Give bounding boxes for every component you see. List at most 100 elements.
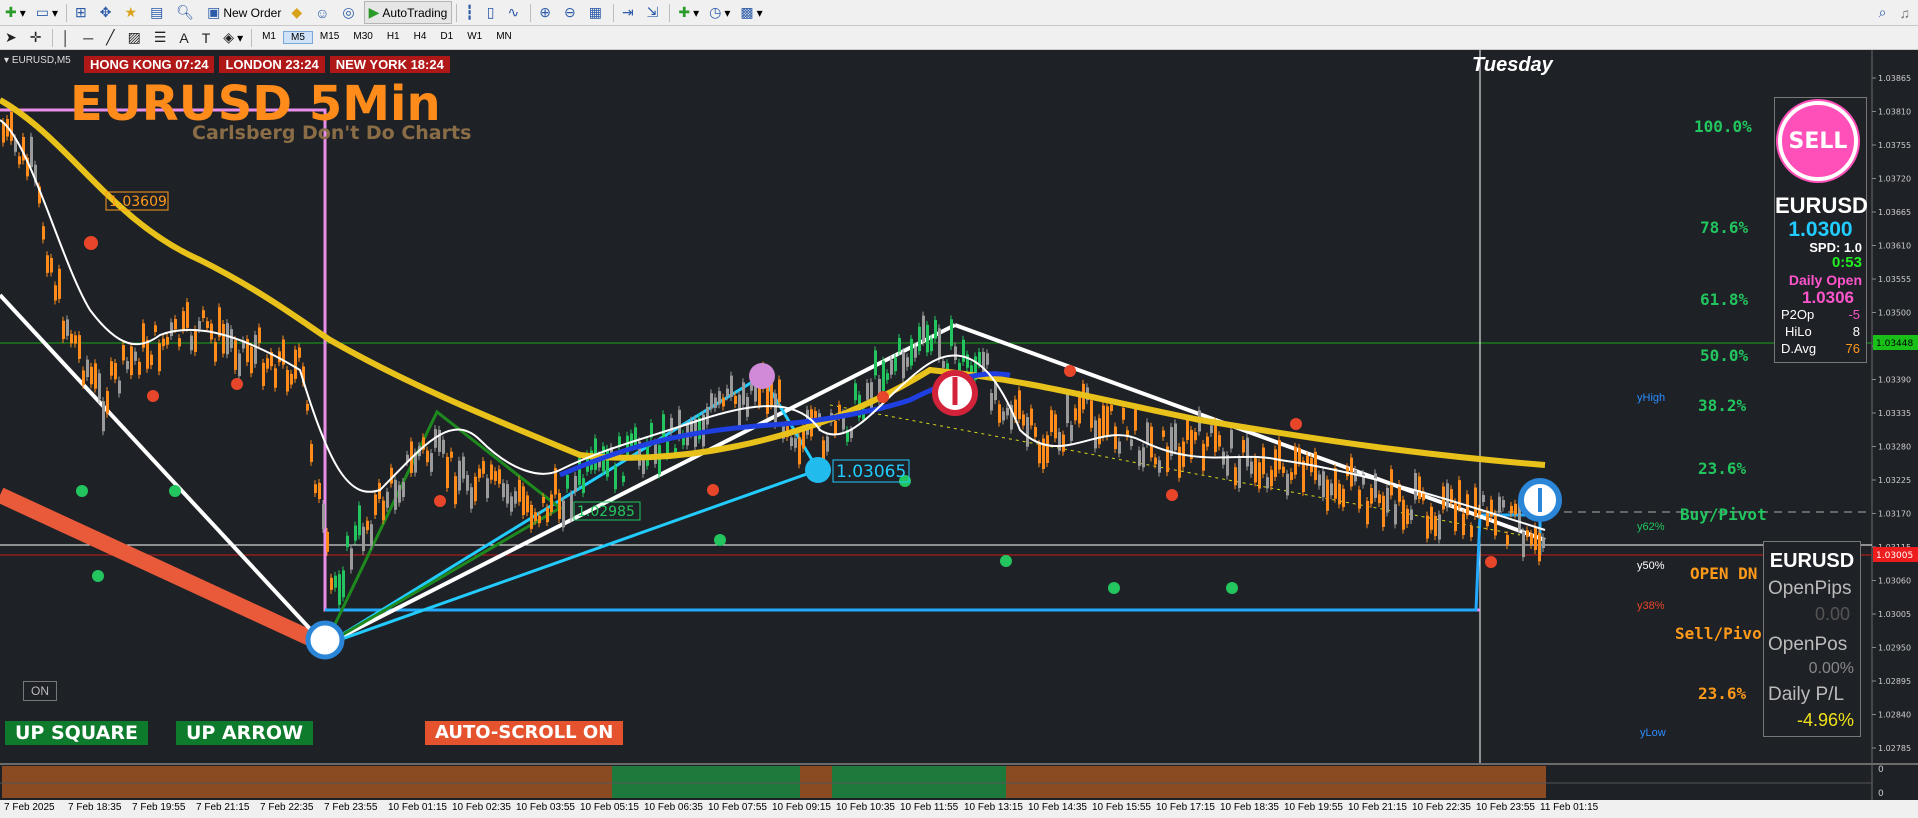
histogram-bar (354, 766, 356, 798)
trendline-icon[interactable]: ╱ (102, 27, 121, 48)
fibonacci-icon[interactable]: ☰ (150, 27, 174, 48)
market-watch-icon[interactable]: ⊞ (71, 2, 94, 23)
tile-windows-icon[interactable]: ▦ (585, 2, 609, 23)
candle-body (1506, 535, 1509, 546)
histogram-bar (494, 766, 496, 798)
histogram-bar (1346, 766, 1348, 798)
histogram-bar (150, 766, 152, 798)
candle-body (178, 338, 181, 347)
signals-icon[interactable]: ☺ (311, 2, 336, 23)
price-chart[interactable]: 1.03865 1.03810 1.03755 1.03720 1.03665 1.036… (0, 50, 1918, 800)
histogram-bar (304, 766, 306, 798)
toolbar-separator (530, 3, 532, 22)
pos-open-pips: 0.00 (1814, 604, 1850, 624)
histogram-bar (266, 766, 268, 798)
histogram-bar (376, 766, 378, 798)
timeframe-h1[interactable]: H1 (380, 31, 407, 44)
timeframe-d1[interactable]: D1 (433, 31, 460, 44)
histogram-bar (1242, 766, 1244, 798)
zoom-out-icon[interactable]: ⊖ (560, 2, 583, 23)
histogram-bar (716, 766, 718, 798)
fib-level-label: 61.8% (1700, 290, 1749, 309)
histogram-bar (922, 766, 924, 798)
chart-shift-icon[interactable]: ⇥ (618, 2, 641, 23)
cursor-icon[interactable]: ➤ (1, 27, 24, 48)
crosshair-icon[interactable]: ✛ (26, 27, 49, 48)
histogram-bar (1474, 766, 1476, 798)
navigator-icon[interactable]: ★ (121, 2, 145, 23)
candle-body (362, 526, 365, 552)
shapes-icon[interactable]: ◈ ▾ (219, 27, 247, 48)
bar-chart-icon[interactable]: ┇ (461, 2, 480, 23)
indicators-icon[interactable]: ✚ ▾ (674, 2, 703, 23)
sell-label: SELL (1788, 128, 1848, 154)
candle-body (86, 359, 89, 378)
periods-icon[interactable]: ◷ ▾ (705, 2, 734, 23)
candle-body (1286, 473, 1289, 496)
new-order-button[interactable]: ▣ New Order (203, 2, 285, 23)
histogram-bar (618, 766, 620, 798)
auto-scroll-icon[interactable]: ⇲ (643, 2, 666, 23)
histogram-bar (1268, 766, 1270, 798)
up-square-button[interactable]: UP SQUARE (5, 721, 148, 745)
candle-body (1078, 394, 1081, 424)
vps-icon[interactable]: ◎ (338, 2, 361, 23)
timeframe-m30[interactable]: M30 (346, 31, 379, 44)
symbol-tab[interactable]: ▾ EURUSD,M5 (4, 55, 71, 66)
sell-badge[interactable]: SELL (1778, 101, 1858, 181)
timeframe-w1[interactable]: W1 (460, 31, 489, 44)
profiles-icon[interactable]: ▭ ▾ (32, 2, 62, 23)
line-chart-icon[interactable]: ∿ (504, 2, 527, 23)
candle-body (42, 226, 45, 240)
fractal-high-dot (1166, 489, 1178, 501)
search-icon[interactable]: ⌕ (1875, 2, 1894, 23)
histogram-bar (74, 766, 76, 798)
notifications-icon[interactable]: ♫ (1896, 2, 1918, 23)
channel-icon[interactable]: ▨ (124, 27, 148, 48)
histogram-bar (774, 766, 776, 798)
zoom-in-icon[interactable]: ⊕ (535, 2, 558, 23)
terminal-icon[interactable]: ▤ (146, 2, 170, 23)
toolbar-separator (66, 3, 68, 22)
histogram-bar (96, 766, 98, 798)
metaeditor-icon[interactable]: ◆ (287, 2, 309, 23)
time-axis-label: 10 Feb 13:15 (964, 802, 1023, 813)
histogram-bar (1310, 766, 1312, 798)
histogram-bar (1398, 766, 1400, 798)
auto-scroll-button[interactable]: AUTO-SCROLL ON (425, 721, 624, 745)
horizontal-line-icon[interactable]: ─ (79, 27, 100, 48)
histogram-bar (574, 766, 576, 798)
timeframe-m1[interactable]: M1 (255, 31, 283, 44)
histogram-bar (142, 766, 144, 798)
up-arrow-button[interactable]: UP ARROW (176, 721, 314, 745)
new-chart-icon[interactable]: ✚ ▾ (1, 2, 30, 23)
candle-body (438, 429, 441, 453)
timeframe-m15[interactable]: M15 (313, 31, 346, 44)
text-icon[interactable]: A (175, 27, 195, 48)
histogram-bar (1076, 766, 1078, 798)
candle-body (338, 574, 341, 605)
histogram-bar (968, 766, 970, 798)
strategy-tester-icon[interactable]: 🔍︎ (172, 2, 201, 23)
histogram-bar (474, 766, 476, 798)
timeframe-mn[interactable]: MN (489, 31, 519, 44)
time-axis-label: 10 Feb 22:35 (1412, 802, 1471, 813)
auto-trading-button[interactable]: ▶ AutoTrading (363, 1, 453, 24)
histogram-bar (616, 766, 618, 798)
data-window-icon[interactable]: ✥ (96, 2, 119, 23)
histogram-bar (884, 766, 886, 798)
histogram-bar (1358, 766, 1360, 798)
text-label-icon[interactable]: T (198, 27, 218, 48)
histogram-bar (516, 766, 518, 798)
templates-icon[interactable]: ▩ ▾ (736, 2, 766, 23)
fractal-high-dot (231, 378, 243, 390)
timeframe-h4[interactable]: H4 (407, 31, 434, 44)
timeframe-m5[interactable]: M5 (283, 31, 313, 44)
histogram-bar (436, 766, 438, 798)
histogram-bar (110, 766, 112, 798)
on-toggle-button[interactable]: ON (23, 681, 57, 701)
histogram-bar (976, 766, 978, 798)
vertical-line-icon[interactable]: │ (57, 27, 77, 48)
candle-body (1394, 504, 1397, 525)
candlestick-icon[interactable]: ▯ (483, 2, 502, 23)
